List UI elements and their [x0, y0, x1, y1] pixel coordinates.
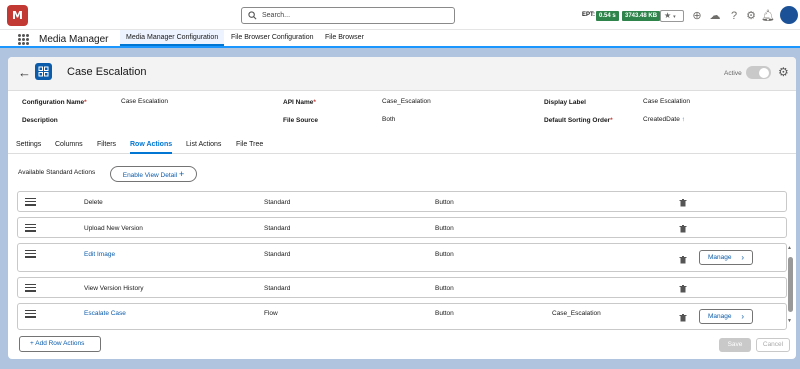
action-type: Flow	[264, 310, 278, 317]
configuration-name-label: Configuration Name*	[22, 99, 87, 106]
scrollbar-thumb[interactable]	[788, 257, 793, 312]
tab-file-tree[interactable]: File Tree	[236, 141, 263, 154]
chevron-right-icon: ›	[741, 253, 744, 262]
configuration-card: ← Case Escalation Active ⚙ Configuration…	[8, 57, 796, 359]
logo-text: M	[12, 9, 23, 22]
scroll-down-icon[interactable]: ▼	[787, 318, 792, 324]
user-avatar[interactable]	[780, 6, 798, 24]
configuration-name-value: Case Escalation	[121, 98, 168, 105]
action-display: Button	[435, 199, 454, 206]
notifications-bell-icon[interactable]: 🔔︎	[761, 9, 775, 23]
available-standard-actions-label: Available Standard Actions	[18, 169, 96, 176]
drag-handle-icon[interactable]	[25, 310, 36, 320]
favorites-dropdown[interactable]: ★ ▾	[660, 10, 684, 22]
drag-handle-icon[interactable]	[25, 198, 36, 208]
manage-button[interactable]: Manage ›	[699, 250, 753, 265]
action-display: Button	[435, 251, 454, 258]
action-type: Standard	[264, 285, 291, 292]
app-name: Media Manager	[39, 34, 109, 45]
app-logo[interactable]: M	[7, 5, 28, 26]
setup-gear-icon[interactable]: ⚙	[744, 9, 758, 23]
manage-label: Manage	[708, 254, 732, 261]
back-arrow-icon[interactable]: ←	[18, 66, 31, 79]
chevron-right-icon: ›	[741, 312, 744, 321]
global-header: M Search... EPT: 0.54 s 3743.48 KB ★ ▾ ⊕ …	[0, 0, 800, 30]
sort-ascending-arrow-icon[interactable]: ↑	[682, 116, 685, 123]
global-search-input[interactable]: Search...	[241, 7, 455, 24]
action-name: View Version History	[84, 285, 144, 292]
scroll-up-icon[interactable]: ▲	[787, 245, 792, 251]
drag-handle-icon[interactable]	[25, 250, 36, 260]
trash-icon[interactable]	[679, 199, 687, 207]
cancel-button[interactable]: Cancel	[756, 338, 790, 352]
drag-handle-icon[interactable]	[25, 284, 36, 294]
action-name-link[interactable]: Edit Image	[84, 251, 115, 258]
file-source-label: File Source	[283, 117, 319, 124]
display-label-label: Display Label	[544, 99, 586, 106]
default-sorting-label: Default Sorting Order*	[544, 117, 613, 124]
tab-columns[interactable]: Columns	[55, 141, 83, 154]
row-action-delete[interactable]: Delete Standard Button	[17, 191, 787, 212]
file-source-value: Both	[382, 116, 396, 123]
trash-icon[interactable]	[679, 256, 687, 264]
record-header: ← Case Escalation Active ⚙	[8, 57, 796, 91]
search-placeholder: Search...	[262, 12, 291, 19]
rows-scrollbar[interactable]: ▲ ▼	[787, 245, 794, 325]
tab-row-actions[interactable]: Row Actions	[130, 141, 173, 154]
action-name-link[interactable]: Escalate Case	[84, 310, 126, 317]
drag-handle-icon[interactable]	[25, 224, 36, 234]
manage-label: Manage	[708, 313, 732, 320]
nav-tab-file-browser[interactable]: File Browser	[319, 30, 370, 46]
tab-filters[interactable]: Filters	[97, 141, 116, 154]
save-button[interactable]: Save	[719, 338, 751, 352]
memory-badge: 3743.48 KB	[622, 11, 661, 21]
action-display: Button	[435, 225, 454, 232]
add-icon[interactable]: ⊕	[690, 9, 704, 23]
record-title: Case Escalation	[67, 66, 147, 78]
app-launcher-icon[interactable]	[18, 34, 29, 45]
chevron-down-icon: ▾	[673, 14, 676, 20]
ept-label: EPT:	[582, 12, 596, 18]
action-name: Upload New Version	[84, 225, 143, 232]
action-display: Button	[435, 310, 454, 317]
row-action-view-version-history[interactable]: View Version History Standard Button	[17, 277, 787, 298]
action-type: Standard	[264, 225, 291, 232]
enable-view-detail-label: Enable View Detail	[122, 172, 178, 179]
trash-icon[interactable]	[679, 225, 687, 233]
api-name-value: Case_Escalation	[382, 98, 431, 105]
description-label: Description	[22, 117, 58, 124]
display-label-value: Case Escalation	[643, 98, 690, 105]
action-display: Button	[435, 285, 454, 292]
default-sorting-value: CreatedDate ↑	[643, 116, 685, 123]
enable-view-detail-button[interactable]: Enable View Detail +	[110, 166, 197, 182]
trash-icon[interactable]	[679, 314, 687, 322]
flow-api-name: Case_Escalation	[552, 310, 601, 317]
add-row-actions-button[interactable]: + Add Row Actions	[19, 336, 101, 352]
row-action-edit-image[interactable]: Edit Image Standard Button Manage ›	[17, 243, 787, 272]
config-tabs: Settings Columns Filters Row Actions Lis…	[8, 137, 796, 154]
nav-tab-file-browser-configuration[interactable]: File Browser Configuration	[225, 30, 319, 46]
star-icon: ★	[664, 11, 672, 20]
nav-tab-media-manager-configuration[interactable]: Media Manager Configuration	[120, 30, 225, 46]
trash-icon[interactable]	[679, 285, 687, 293]
active-label: Active	[724, 70, 742, 77]
search-icon	[248, 11, 257, 20]
tab-list-actions[interactable]: List Actions	[186, 141, 221, 154]
action-type: Standard	[264, 251, 291, 258]
app-nav-bar: Media Manager Media Manager Configuratio…	[0, 30, 800, 48]
manage-button[interactable]: Manage ›	[699, 309, 753, 324]
action-name: Delete	[84, 199, 103, 206]
row-action-escalate-case[interactable]: Escalate Case Flow Button Case_Escalatio…	[17, 303, 787, 330]
help-icon[interactable]: ?	[727, 9, 741, 23]
action-type: Standard	[264, 199, 291, 206]
settings-gear-icon[interactable]: ⚙	[778, 65, 789, 79]
record-type-icon	[35, 63, 52, 80]
tab-settings[interactable]: Settings	[16, 141, 41, 154]
trailhead-icon[interactable]: ☁	[708, 9, 722, 23]
plus-icon: +	[179, 169, 185, 179]
row-action-upload-new-version[interactable]: Upload New Version Standard Button	[17, 217, 787, 238]
api-name-label: API Name*	[283, 99, 316, 106]
active-toggle[interactable]	[746, 66, 771, 79]
ept-badge: 0.54 s	[596, 11, 619, 21]
